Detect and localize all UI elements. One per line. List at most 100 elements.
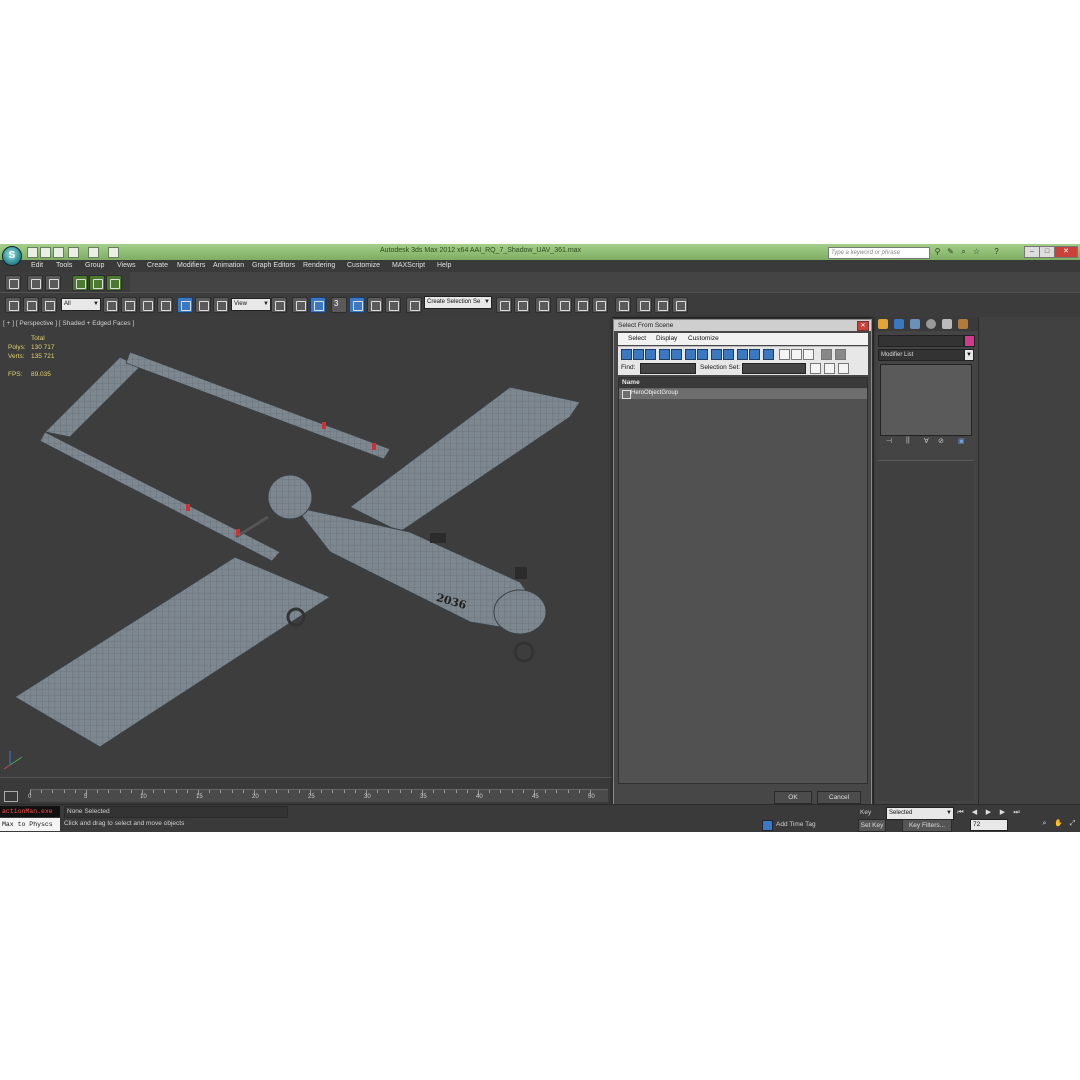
select-none-icon[interactable] — [824, 363, 835, 374]
display-shapes-icon[interactable] — [633, 349, 644, 360]
rectangular-selection-icon[interactable] — [139, 297, 155, 313]
bind-spacewarp-icon[interactable] — [41, 297, 57, 313]
rendered-frame-window-icon[interactable] — [654, 297, 670, 313]
render-setup-icon[interactable] — [636, 297, 652, 313]
scene-object-list[interactable]: Name HeroObjectGroup — [618, 377, 868, 784]
display-bones-icon[interactable] — [723, 349, 734, 360]
spinner-snap-icon[interactable] — [385, 297, 401, 313]
help-icon[interactable]: ? — [992, 247, 1001, 256]
next-frame-icon[interactable]: ▶ — [998, 808, 1007, 817]
binoculars-icon[interactable]: ⚲ — [933, 247, 942, 256]
pin-stack-icon[interactable]: ⊣ — [886, 437, 892, 445]
menu-tools[interactable]: Tools — [56, 262, 72, 269]
display-lights-icon[interactable] — [645, 349, 656, 360]
menu-maxscript[interactable]: MAXScript — [392, 262, 425, 269]
pivot-center-icon[interactable] — [271, 297, 287, 313]
time-tag-icon[interactable] — [762, 820, 773, 831]
select-object-icon[interactable] — [103, 297, 119, 313]
list-item[interactable]: HeroObjectGroup — [619, 389, 867, 399]
create-tab-icon[interactable] — [878, 319, 888, 329]
display-frozen-icon[interactable] — [749, 349, 760, 360]
previous-frame-icon[interactable]: ◀ — [970, 808, 979, 817]
update-container-icon[interactable] — [89, 275, 105, 291]
open-file-icon[interactable] — [40, 247, 51, 258]
perspective-viewport[interactable]: 2036 [ + ] [ Perspective ] [ Shaded + Ed… — [0, 317, 612, 777]
menu-create[interactable]: Create — [147, 262, 168, 269]
utilities-tab-icon[interactable] — [958, 319, 968, 329]
key-filters-button[interactable]: Key Filters... — [902, 819, 952, 832]
display-none-icon[interactable] — [791, 349, 802, 360]
communication-icon[interactable]: ⌕ — [959, 247, 968, 256]
display-cameras-icon[interactable] — [659, 349, 670, 360]
display-helpers-icon[interactable] — [671, 349, 682, 360]
selection-filter-dropdown[interactable]: All ▼ — [61, 298, 101, 311]
maxscript-listener-input[interactable]: Max to Physcs — [0, 818, 60, 831]
display-spacewarps-icon[interactable] — [685, 349, 696, 360]
select-all-icon[interactable] — [810, 363, 821, 374]
container-icon[interactable] — [5, 275, 21, 291]
maximize-viewport-icon[interactable]: ⤢ — [1068, 819, 1077, 828]
filter-icon[interactable] — [821, 349, 832, 360]
zoom-icon[interactable]: ⌕ — [1040, 819, 1049, 828]
menu-rendering[interactable]: Rendering — [303, 262, 335, 269]
display-xrefs-icon[interactable] — [711, 349, 722, 360]
application-logo-button[interactable]: S — [2, 246, 22, 266]
display-groups-icon[interactable] — [697, 349, 708, 360]
maximize-button[interactable]: □ — [1039, 246, 1055, 258]
rotate-icon[interactable] — [195, 297, 211, 313]
go-to-start-icon[interactable]: ⏮ — [956, 808, 965, 817]
dialog-menu-display[interactable]: Display — [656, 335, 677, 342]
unlink-icon[interactable] — [23, 297, 39, 313]
modifier-stack[interactable] — [880, 364, 972, 436]
layer-manager-icon[interactable] — [535, 297, 551, 313]
new-file-icon[interactable] — [27, 247, 38, 258]
favorites-star-icon[interactable]: ☆ — [972, 247, 981, 256]
select-by-name-icon[interactable] — [121, 297, 137, 313]
snaps-toggle-icon[interactable]: 3 — [331, 297, 347, 313]
modifier-list-dropdown[interactable]: Modifier List — [878, 349, 974, 361]
keyboard-shortcut-override-icon[interactable] — [310, 297, 326, 313]
close-button[interactable]: ✕ — [1054, 246, 1078, 258]
search-input[interactable]: Type a keyword or phrase — [828, 247, 930, 259]
display-hidden-icon[interactable] — [763, 349, 774, 360]
timeline[interactable]: 0 5 10 15 20 25 30 35 40 45 50 — [0, 777, 612, 805]
menu-graph-editors[interactable]: Graph Editors — [252, 262, 295, 269]
align-icon[interactable] — [514, 297, 530, 313]
select-manipulate-icon[interactable] — [292, 297, 308, 313]
menu-animation[interactable]: Animation — [213, 262, 244, 269]
name-column-header[interactable]: Name — [622, 379, 640, 386]
undo-icon[interactable] — [68, 247, 79, 258]
motion-tab-icon[interactable] — [926, 319, 936, 329]
scale-icon[interactable] — [213, 297, 229, 313]
save-file-icon[interactable] — [53, 247, 64, 258]
material-editor-icon[interactable] — [615, 297, 631, 313]
chevron-down-icon[interactable]: ▼ — [964, 349, 974, 361]
select-invert-icon[interactable] — [838, 363, 849, 374]
menu-modifiers[interactable]: Modifiers — [177, 262, 205, 269]
selection-set-dropdown[interactable] — [742, 363, 806, 374]
link-icon[interactable] — [5, 297, 21, 313]
modify-tab-icon[interactable] — [894, 319, 904, 329]
viewport-label[interactable]: [ + ] [ Perspective ] [ Shaded + Edged F… — [3, 320, 134, 327]
menu-help[interactable]: Help — [437, 262, 451, 269]
menu-edit[interactable]: Edit — [31, 262, 43, 269]
display-all-icon[interactable] — [779, 349, 790, 360]
display-invert-icon[interactable] — [803, 349, 814, 360]
dialog-menu-select[interactable]: Select — [628, 335, 646, 342]
go-to-end-icon[interactable]: ⏭ — [1012, 808, 1021, 817]
ok-button[interactable]: OK — [774, 791, 812, 804]
play-icon[interactable]: ▶ — [984, 808, 993, 817]
filter-options-icon[interactable] — [835, 349, 846, 360]
menu-group[interactable]: Group — [85, 262, 104, 269]
set-key-button[interactable]: Set Key — [858, 819, 886, 832]
object-color-swatch[interactable] — [964, 335, 975, 347]
display-tab-icon[interactable] — [942, 319, 952, 329]
window-crossing-icon[interactable] — [157, 297, 173, 313]
graphite-tools-icon[interactable] — [556, 297, 572, 313]
subscription-icon[interactable]: ✎ — [946, 247, 955, 256]
time-ruler[interactable]: 0 5 10 15 20 25 30 35 40 45 50 — [28, 789, 608, 802]
menu-customize[interactable]: Customize — [347, 262, 380, 269]
configure-modifier-sets-icon[interactable]: ▣ — [958, 437, 965, 445]
minimize-button[interactable]: – — [1024, 246, 1040, 258]
mirror-icon[interactable] — [496, 297, 512, 313]
